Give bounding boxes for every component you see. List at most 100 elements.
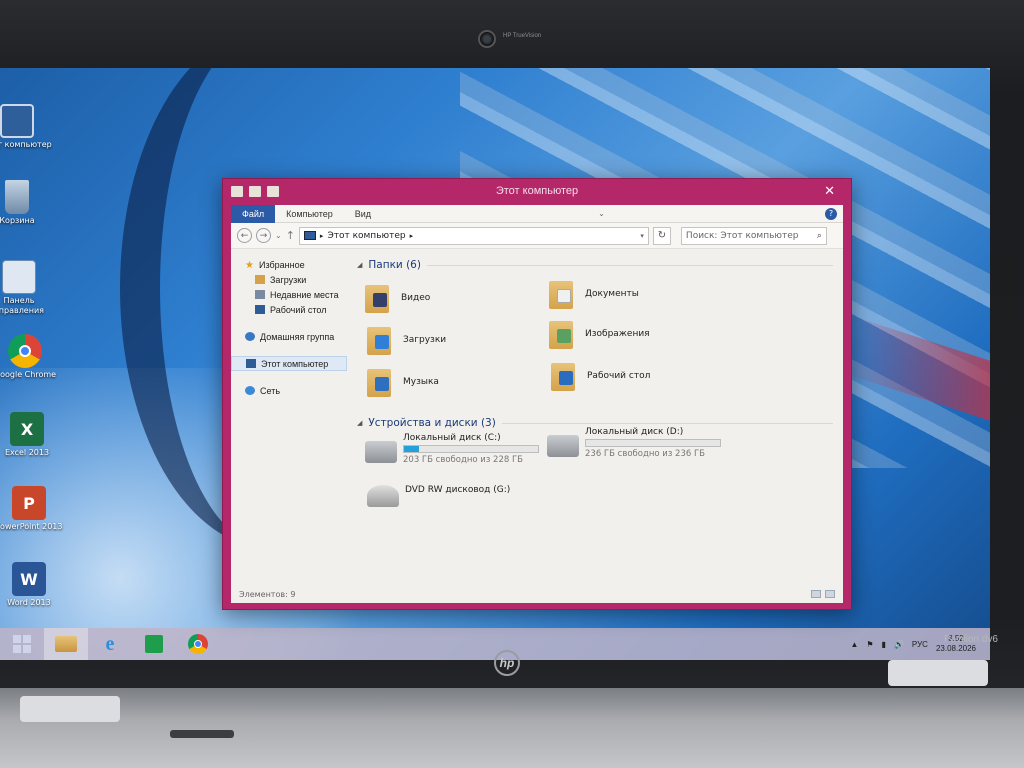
- camera-label: HP TrueVision: [503, 33, 542, 39]
- tab-view[interactable]: Вид: [344, 205, 382, 223]
- downloads-folder-icon: [367, 325, 395, 355]
- folders-group-header[interactable]: ◢ Папки (6): [357, 257, 833, 273]
- tab-computer[interactable]: Компьютер: [275, 205, 344, 223]
- excel-icon: X: [10, 412, 44, 446]
- back-button[interactable]: ←: [237, 228, 252, 243]
- folder-documents[interactable]: Документы: [549, 279, 639, 309]
- documents-folder-icon: [549, 279, 577, 309]
- start-button[interactable]: [0, 628, 44, 660]
- navigation-pane: ★ Избранное Загрузки Недавние места Рабо…: [231, 249, 347, 585]
- nav-downloads[interactable]: Загрузки: [231, 272, 347, 287]
- tray-network-icon[interactable]: ▮: [882, 640, 886, 649]
- breadcrumb-separator-icon: ▸: [409, 231, 414, 240]
- desktop-icon-powerpoint[interactable]: P PowerPoint 2013: [0, 486, 64, 532]
- nav-homegroup[interactable]: Домашняя группа: [231, 329, 347, 344]
- drive-usage-bar: [403, 445, 539, 453]
- desktop-icon-excel[interactable]: X Excel 2013: [0, 412, 62, 458]
- computer-icon: [246, 359, 256, 368]
- desktop-icon-control-panel[interactable]: Панель управления: [0, 260, 54, 316]
- window-titlebar[interactable]: Этот компьютер ✕: [223, 179, 851, 205]
- desktop-icon-chrome[interactable]: Google Chrome: [0, 334, 60, 380]
- arrow-left-icon: ←: [240, 230, 249, 241]
- folder-videos[interactable]: Видео: [365, 283, 430, 313]
- desktop-folder-icon: [551, 361, 579, 391]
- forward-button[interactable]: →: [256, 228, 271, 243]
- webcam-icon: [478, 30, 496, 48]
- nav-network[interactable]: Сеть: [231, 383, 347, 398]
- hard-drive-icon: [547, 435, 579, 457]
- address-dropdown-icon[interactable]: ▾: [640, 232, 644, 240]
- drive-d[interactable]: Локальный диск (D:) 236 ГБ свободно из 2…: [547, 427, 721, 459]
- keyboard-deck: [0, 688, 1024, 768]
- taskbar-ie-button[interactable]: e: [88, 628, 132, 660]
- start-icon: [13, 635, 31, 653]
- folder-music[interactable]: Музыка: [367, 367, 439, 397]
- taskbar-explorer-button[interactable]: [44, 628, 88, 660]
- folders-grid: Видео Документы Загрузки Изображения Муз…: [357, 273, 833, 415]
- help-icon[interactable]: ?: [824, 207, 837, 220]
- drive-usage-bar: [585, 439, 721, 447]
- up-button[interactable]: ↑: [286, 229, 295, 242]
- video-folder-icon: [365, 283, 393, 313]
- folder-downloads[interactable]: Загрузки: [367, 325, 446, 355]
- nav-desktop[interactable]: Рабочий стол: [231, 302, 347, 317]
- dvd-drive-icon: [367, 485, 399, 507]
- arrow-right-icon: →: [259, 230, 268, 241]
- ie-icon: e: [105, 632, 115, 655]
- collapse-arrow-icon: ◢: [357, 261, 363, 269]
- drive-usage-fill: [404, 446, 419, 452]
- power-indicator: [170, 730, 234, 738]
- large-icons-view-icon[interactable]: [825, 590, 835, 598]
- explorer-icon: [55, 636, 77, 652]
- address-bar: ← → ⌄ ↑ ▸ Этот компьютер ▸ ▾ ↻ Поиск: Эт…: [231, 223, 843, 249]
- nav-this-pc[interactable]: Этот компьютер: [231, 356, 347, 371]
- network-icon: [245, 386, 255, 395]
- group-divider: [426, 264, 833, 266]
- computer-icon: [303, 231, 316, 240]
- folder-pictures[interactable]: Изображения: [549, 319, 650, 349]
- tab-file[interactable]: Файл: [231, 204, 276, 223]
- tray-flag-icon[interactable]: ⚑: [866, 640, 873, 649]
- tray-language[interactable]: РУС: [912, 640, 928, 649]
- collapse-arrow-icon: ◢: [357, 419, 363, 427]
- drives-grid: Локальный диск (C:) 203 ГБ свободно из 2…: [357, 427, 833, 511]
- desktop-icon-recycle-bin[interactable]: Корзина: [0, 180, 52, 226]
- tray-volume-icon[interactable]: 🔊: [894, 640, 904, 649]
- drive-c[interactable]: Локальный диск (C:) 203 ГБ свободно из 2…: [365, 433, 539, 465]
- refresh-button[interactable]: ↻: [652, 226, 671, 245]
- taskbar-chrome-button[interactable]: [176, 628, 220, 660]
- ribbon-expand-chevron-icon[interactable]: ⌄: [598, 209, 605, 218]
- store-icon: [145, 635, 163, 653]
- explorer-body: ★ Избранное Загрузки Недавние места Рабо…: [231, 249, 843, 585]
- search-icon: ⌕: [816, 230, 822, 241]
- nav-favorites[interactable]: ★ Избранное: [231, 257, 347, 272]
- downloads-folder-icon: [255, 275, 265, 284]
- content-pane: ◢ Папки (6) Видео Документы Загрузки Изо…: [347, 249, 843, 585]
- nav-recent-places[interactable]: Недавние места: [231, 287, 347, 302]
- window-content: Файл Компьютер Вид ⌄ ? ← → ⌄ ↑ ▸ Этот ко…: [231, 204, 843, 603]
- drive-dvd[interactable]: DVD RW дисковод (G:): [367, 477, 510, 507]
- hinge-right: [888, 660, 988, 686]
- details-view-icon[interactable]: [811, 590, 821, 598]
- word-icon: W: [12, 562, 46, 596]
- folder-desktop[interactable]: Рабочий стол: [551, 361, 650, 391]
- refresh-icon: ↻: [657, 230, 667, 241]
- desktop-icon: [255, 305, 265, 314]
- chrome-icon: [8, 334, 42, 368]
- recent-locations-chevron-icon[interactable]: ⌄: [275, 231, 282, 240]
- tray-chevron-up-icon[interactable]: ▲: [850, 640, 858, 649]
- breadcrumb-this-pc[interactable]: Этот компьютер: [327, 231, 405, 241]
- search-input[interactable]: Поиск: Этот компьютер ⌕: [680, 226, 827, 245]
- desktop-icon-this-pc[interactable]: Этот компьютер: [0, 104, 52, 150]
- pictures-folder-icon: [549, 319, 577, 349]
- item-count: Элементов: 9: [239, 589, 296, 599]
- group-divider: [501, 422, 833, 424]
- explorer-window: Этот компьютер ✕ Файл Компьютер Вид ⌄ ? …: [222, 178, 852, 610]
- recent-places-icon: [255, 290, 265, 299]
- taskbar-store-button[interactable]: [132, 628, 176, 660]
- desktop-icon-word[interactable]: W Word 2013: [0, 562, 64, 608]
- close-button[interactable]: ✕: [824, 183, 835, 199]
- address-field[interactable]: ▸ Этот компьютер ▸ ▾: [298, 226, 649, 245]
- star-icon: ★: [245, 260, 254, 271]
- ribbon: Файл Компьютер Вид ⌄ ?: [231, 204, 843, 223]
